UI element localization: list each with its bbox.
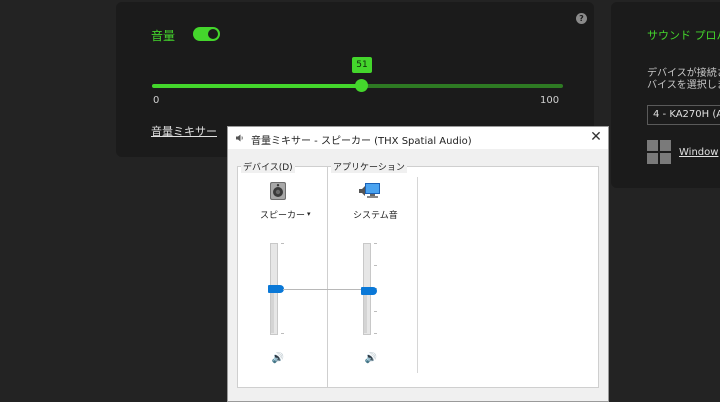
volume-toggle[interactable] — [193, 27, 220, 41]
slider-tick — [281, 333, 284, 334]
group-separator — [417, 177, 418, 373]
app-volume-thumb[interactable] — [361, 287, 377, 295]
mixer-titlebar[interactable]: 音量ミキサー - スピーカー (THX Spatial Audio) ✕ — [228, 127, 608, 149]
mixer-title: 音量ミキサー - スピーカー (THX Spatial Audio) — [251, 136, 472, 147]
app-mute-button[interactable]: 🔊 — [364, 353, 378, 365]
device-volume-thumb[interactable] — [268, 285, 284, 293]
sound-properties-title: サウンド プロパテ — [647, 29, 720, 42]
toggle-knob — [208, 29, 218, 39]
peak-link-line — [283, 289, 363, 290]
device-slider-fill — [271, 287, 274, 333]
volume-min-label: 0 — [153, 95, 160, 106]
volume-slider-track[interactable] — [361, 84, 563, 88]
description-line-2: バイスを選択しま — [647, 80, 720, 91]
volume-mixer-link[interactable]: 音量ミキサー — [151, 123, 217, 139]
volume-mixer-window: 音量ミキサー - スピーカー (THX Spatial Audio) ✕ デバイ… — [227, 126, 609, 402]
windows-logo-icon — [647, 140, 671, 164]
device-name[interactable]: スピーカー — [260, 208, 305, 221]
sound-properties-card: サウンド プロパテ デバイスが接続さ バイスを選択しま 4 - KA270H (… — [611, 2, 720, 188]
volume-label: 音量 — [151, 29, 176, 43]
app-slider-fill — [364, 289, 367, 333]
slider-tick — [281, 243, 284, 244]
description-line-1: デバイスが接続さ — [647, 68, 720, 79]
slider-tick — [374, 243, 377, 244]
app-name: システム音 — [353, 211, 398, 221]
volume-slider-fill[interactable] — [152, 84, 361, 88]
applications-group-label: アプリケーション — [331, 160, 407, 173]
speaker-icon — [236, 134, 243, 142]
volume-max-label: 100 — [540, 95, 560, 106]
help-icon[interactable]: ? — [576, 13, 587, 24]
device-mute-button[interactable]: 🔊 — [271, 353, 285, 365]
output-device-select[interactable]: 4 - KA270H (A — [647, 105, 720, 125]
device-group-label: デバイス(D) — [241, 160, 295, 173]
slider-tick — [374, 265, 377, 266]
volume-value-tooltip: 51 — [352, 57, 372, 73]
volume-slider-thumb[interactable] — [355, 79, 368, 92]
slider-tick — [374, 333, 377, 334]
windows-sound-settings-link[interactable]: Window — [679, 147, 718, 158]
system-sounds-icon[interactable] — [359, 183, 381, 201]
close-button[interactable]: ✕ — [588, 129, 604, 145]
sound-properties-description: デバイスが接続さ バイスを選択しま — [647, 68, 720, 92]
slider-tick — [374, 311, 377, 312]
chevron-down-icon[interactable]: ▾ — [307, 210, 311, 218]
speaker-device-icon[interactable] — [269, 181, 287, 201]
